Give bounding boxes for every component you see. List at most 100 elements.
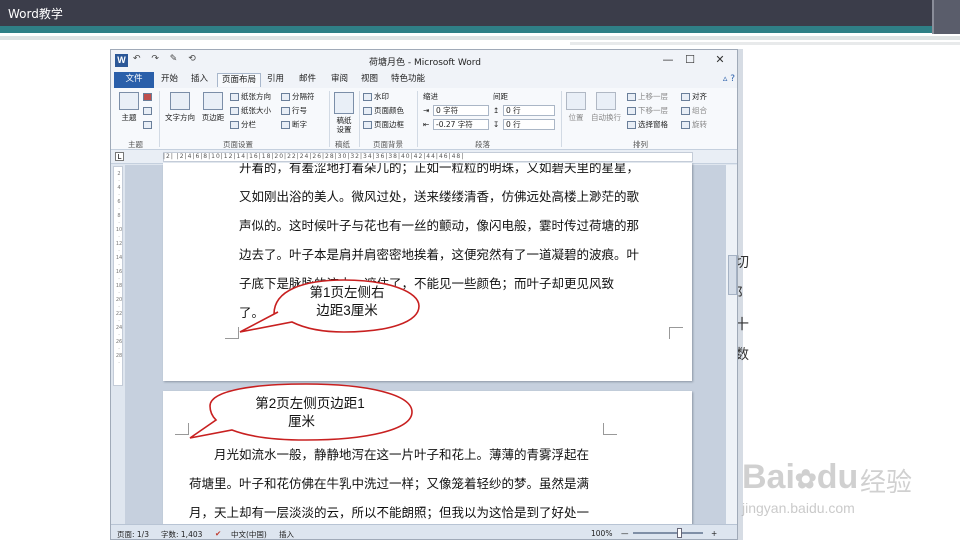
tab-page-layout[interactable]: 页面布局 (217, 73, 262, 87)
rotate-icon (681, 121, 690, 129)
paper-size-button[interactable]: 纸张大小 (230, 105, 271, 116)
text-line: 又如刚出浴的美人。微风过处，送来缕缕清香，仿佛远处高楼上渺茫的歌 (239, 189, 640, 204)
theme-colors-icon[interactable] (143, 92, 154, 101)
tab-view[interactable]: 视图 (357, 73, 382, 87)
tab-file[interactable]: 文件 (114, 72, 154, 88)
tab-review[interactable]: 审阅 (327, 73, 352, 87)
line-numbers-icon (281, 107, 290, 115)
theme-effects-icon[interactable] (143, 120, 154, 129)
margin-crop-mark (603, 423, 617, 435)
page-borders-button[interactable]: 页面边框 (363, 119, 404, 130)
group-label-page-setup: 页面设置 (223, 140, 253, 149)
word-count[interactable]: 字数: 1,403 (161, 529, 202, 539)
text-line: 月，天上却有一层淡淡的云，所以不能朗照；但我以为这恰是到了好处一 (189, 505, 590, 520)
send-backward-button[interactable]: 下移一层 (627, 105, 668, 116)
zoom-in-button[interactable]: + (711, 529, 717, 538)
zoom-out-button[interactable]: — (621, 529, 629, 538)
zoom-slider-handle[interactable] (677, 528, 682, 538)
slide-divider (0, 36, 960, 40)
ribbon-page-layout: 主题 主题 文字方向 页边距 纸张方向 纸张大小 分栏 分隔符 行号 断字 页面… (111, 88, 737, 150)
watermark-icon (363, 93, 372, 101)
slide-accent-corner (932, 0, 960, 34)
close-button[interactable]: ✕ (709, 52, 731, 68)
group-label-arrange: 排列 (633, 140, 648, 149)
jingyan-watermark: 经验 (860, 468, 913, 498)
align-button[interactable]: 对齐 (681, 91, 707, 102)
spacing-after-icon: ↧ (493, 120, 500, 129)
margin-crop-mark (669, 327, 683, 339)
group-button[interactable]: 组合 (681, 105, 707, 116)
position-button[interactable]: 位置 (565, 92, 587, 123)
orientation-button[interactable]: 纸张方向 (230, 91, 271, 102)
slide-title: Word教学 (8, 7, 63, 21)
hyphenation-button[interactable]: 断字 (281, 119, 307, 130)
group-label-manuscript: 稿纸 (335, 140, 350, 149)
slide-accent-bar (0, 26, 960, 33)
wrap-text-icon (596, 92, 616, 110)
scrollbar-thumb[interactable] (728, 255, 737, 295)
line-numbers-button[interactable]: 行号 (281, 105, 307, 116)
selection-pane-button[interactable]: 选择窗格 (627, 119, 668, 130)
indent-left-icon: ⇥ (423, 106, 430, 115)
status-bar: 页面: 1/3 字数: 1,403 ✔ 中文(中国) 插入 100% — + (111, 524, 737, 539)
send-backward-icon (627, 107, 636, 115)
callout-line: 厘米 (288, 414, 315, 429)
page-borders-icon (363, 121, 372, 129)
tab-insert[interactable]: 插入 (187, 73, 212, 87)
ribbon-tabs: 文件 开始 插入 页面布局 引用 邮件 审阅 视图 特色功能 ▵ ? (111, 71, 737, 88)
minimize-button[interactable]: — (657, 52, 679, 68)
breaks-button[interactable]: 分隔符 (281, 91, 315, 102)
callout-line: 第2页左侧页边距1 (255, 396, 365, 411)
tab-references[interactable]: 引用 (263, 73, 288, 87)
indent-right-input[interactable]: -0.27 字符 (433, 119, 489, 130)
callout-first-page: 第1页左侧右 边距3厘米 (234, 276, 424, 362)
callout-second-page: 第2页左侧页边距1 厘米 (186, 382, 416, 462)
tab-home[interactable]: 开始 (157, 73, 182, 87)
text-line: 荷塘里。叶子和花仿佛在牛乳中洗过一样；又像笼着轻纱的梦。虽然是满 (189, 476, 590, 491)
text-line: 边去了。叶子本是肩并肩密密地挨着，这便宛然有了一道凝碧的波痕。叶 (239, 247, 640, 262)
theme-fonts-icon[interactable] (143, 106, 154, 115)
help-icon[interactable]: ▵ ? (723, 74, 735, 84)
manuscript-icon (334, 92, 354, 114)
wrap-text-button[interactable]: 自动换行 (591, 92, 621, 123)
themes-button[interactable]: 主题 (117, 92, 141, 123)
vertical-scrollbar[interactable] (725, 165, 737, 529)
zoom-slider[interactable] (633, 532, 703, 534)
text-direction-button[interactable]: 文字方向 (163, 92, 197, 123)
slide-header: Word教学 (0, 0, 960, 26)
language[interactable]: 中文(中国) (231, 529, 267, 539)
orientation-icon (230, 93, 239, 101)
title-bar: W ↶ ↷ ✎ ⟲ 荷塘月色 - Microsoft Word — ☐ ✕ (111, 50, 737, 71)
spacing-before-input[interactable]: 0 行 (503, 105, 555, 116)
tab-mailings[interactable]: 邮件 (295, 73, 320, 87)
text-direction-icon (170, 92, 190, 110)
margins-button[interactable]: 页边距 (199, 92, 227, 123)
ruler-marks: |2| |2|4|6|8|10|12|14|16|18|20|22|24|26|… (163, 153, 465, 160)
spacing-after-input[interactable]: 0 行 (503, 119, 555, 130)
page-color-button[interactable]: 页面颜色 (363, 105, 404, 116)
horizontal-ruler[interactable]: L |2| |2|4|6|8|10|12|14|16|18|20|22|24|2… (111, 150, 737, 164)
watermark-button[interactable]: 水印 (363, 91, 389, 102)
zoom-level[interactable]: 100% (591, 529, 612, 538)
page-count[interactable]: 页面: 1/3 (117, 529, 149, 539)
maximize-button[interactable]: ☐ (679, 52, 701, 68)
rotate-button[interactable]: 旋转 (681, 119, 707, 130)
indent-left-input[interactable]: 0 字符 (433, 105, 489, 116)
proofing-icon[interactable]: ✔ (215, 529, 221, 538)
callout-line: 第1页左侧右 (309, 285, 385, 300)
themes-icon (119, 92, 139, 110)
position-icon (566, 92, 586, 110)
tab-selector-icon[interactable]: L (115, 152, 124, 161)
spacing-before-icon: ↥ (493, 106, 500, 115)
indent-right-icon: ⇤ (423, 120, 430, 129)
insert-mode[interactable]: 插入 (279, 529, 294, 539)
page-color-icon (363, 107, 372, 115)
selection-pane-icon (627, 121, 636, 129)
baidu-watermark: Bai✿du (742, 458, 859, 496)
tab-special-features[interactable]: 特色功能 (387, 73, 429, 87)
bring-forward-button[interactable]: 上移一层 (627, 91, 668, 102)
vertical-ruler[interactable]: 2 · 4 · 6 · 8 · 10 · 12 · 14 · 16 · 18 · 20 · 22 · 24 · 26 · 28 · (113, 166, 123, 386)
columns-button[interactable]: 分栏 (230, 119, 256, 130)
document-area[interactable]: 开着的，有羞涩地打着朵儿的；正如一粒粒的明珠，又如碧天里的星星， 又如刚出浴的美… (125, 163, 725, 539)
manuscript-settings-button[interactable]: 稿纸设置 (333, 92, 355, 134)
